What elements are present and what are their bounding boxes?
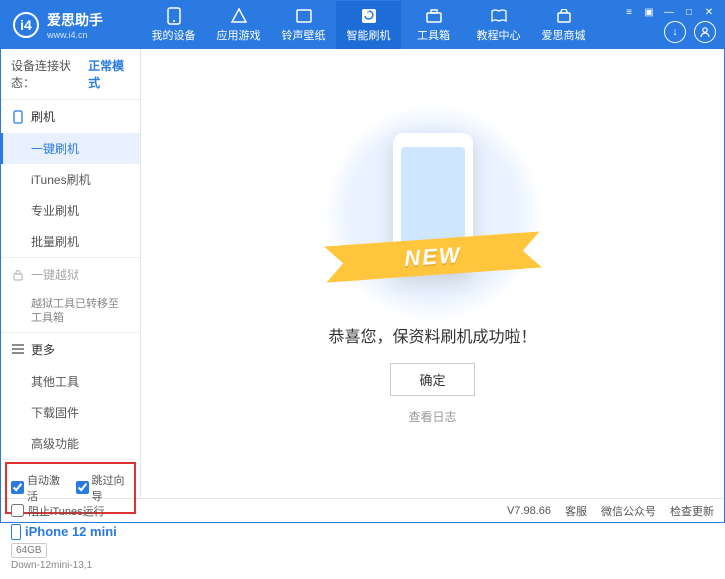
phone-icon (165, 7, 183, 25)
version-label: V7.98.66 (507, 505, 551, 517)
sidebar-item-pro[interactable]: 专业刷机 (1, 195, 140, 226)
titlebar: i4 爱思助手 www.i4.cn 我的设备 应用游戏 铃声壁纸 智能刷机 工具… (1, 1, 724, 49)
sidebar: 设备连接状态： 正常模式 刷机 一键刷机 iTunes刷机 专业刷机 批量刷机 … (1, 49, 141, 498)
shop-icon (555, 7, 573, 25)
nav-tutorial[interactable]: 教程中心 (466, 1, 531, 49)
success-message: 恭喜您，保资料刷机成功啦！ (328, 323, 536, 347)
app-url: www.i4.cn (47, 30, 103, 40)
nav-toolbox[interactable]: 工具箱 (401, 1, 466, 49)
close-icon[interactable]: ✕ (702, 5, 716, 19)
jailbreak-note: 越狱工具已转移至 工具箱 (1, 291, 140, 332)
list-icon (11, 342, 25, 356)
flash-icon (360, 7, 378, 25)
sidebar-item-advanced[interactable]: 高级功能 (1, 428, 140, 459)
minimize-icon[interactable]: — (662, 5, 676, 19)
apps-icon (230, 7, 248, 25)
nav-shop[interactable]: 爱思商城 (531, 1, 596, 49)
book-icon (490, 7, 508, 25)
success-illustration: NEW (353, 123, 513, 303)
nav-my-device[interactable]: 我的设备 (141, 1, 206, 49)
lock-icon (11, 268, 25, 282)
section-more[interactable]: 更多 (1, 333, 140, 366)
section-flash[interactable]: 刷机 (1, 100, 140, 133)
logo-area: i4 爱思助手 www.i4.cn (1, 10, 141, 40)
conn-value: 正常模式 (88, 57, 130, 91)
ribbon-text: NEW (403, 242, 462, 272)
sidebar-item-batch[interactable]: 批量刷机 (1, 226, 140, 257)
conn-label: 设备连接状态： (11, 57, 84, 91)
update-link[interactable]: 检查更新 (670, 503, 714, 519)
device-model: Down-12mini-13,1 (11, 560, 130, 571)
toolbox-icon (425, 7, 443, 25)
device-name: iPhone 12 mini (11, 524, 130, 540)
sidebar-item-other[interactable]: 其他工具 (1, 366, 140, 397)
sidebar-item-oneclick[interactable]: 一键刷机 (1, 133, 140, 164)
checkbox-skip-wizard[interactable]: 跳过向导 (76, 472, 131, 504)
wallpaper-icon (295, 7, 313, 25)
device-storage: 64GB (11, 543, 47, 558)
user-controls: ↓ (664, 21, 716, 43)
section-jailbreak: 一键越狱 (1, 258, 140, 291)
phone-small-icon (11, 110, 25, 124)
checkbox-block-itunes[interactable]: 阻止iTunes运行 (11, 503, 105, 519)
maximize-icon[interactable]: □ (682, 5, 696, 19)
sidebar-item-itunes[interactable]: iTunes刷机 (1, 164, 140, 195)
menu-icon[interactable]: ≡ (622, 5, 636, 19)
connection-status: 设备连接状态： 正常模式 (1, 49, 140, 100)
device-icon (11, 524, 21, 540)
service-link[interactable]: 客服 (565, 503, 587, 519)
ok-button[interactable]: 确定 (390, 363, 474, 396)
view-log-link[interactable]: 查看日志 (408, 408, 456, 425)
sidebar-item-download[interactable]: 下载固件 (1, 397, 140, 428)
logo-icon: i4 (13, 12, 39, 38)
main-content: NEW 恭喜您，保资料刷机成功啦！ 确定 查看日志 (141, 49, 724, 498)
window-controls: ≡ ▣ — □ ✕ (614, 1, 724, 23)
download-icon[interactable]: ↓ (664, 21, 686, 43)
app-name: 爱思助手 (47, 12, 103, 28)
user-icon[interactable] (694, 21, 716, 43)
nav-ringtone[interactable]: 铃声壁纸 (271, 1, 336, 49)
nav-apps[interactable]: 应用游戏 (206, 1, 271, 49)
checkbox-auto-activate[interactable]: 自动激活 (11, 472, 66, 504)
nav-flash[interactable]: 智能刷机 (336, 1, 401, 49)
skin-icon[interactable]: ▣ (642, 5, 656, 19)
device-block[interactable]: iPhone 12 mini 64GB Down-12mini-13,1 (1, 516, 140, 579)
wechat-link[interactable]: 微信公众号 (601, 503, 656, 519)
